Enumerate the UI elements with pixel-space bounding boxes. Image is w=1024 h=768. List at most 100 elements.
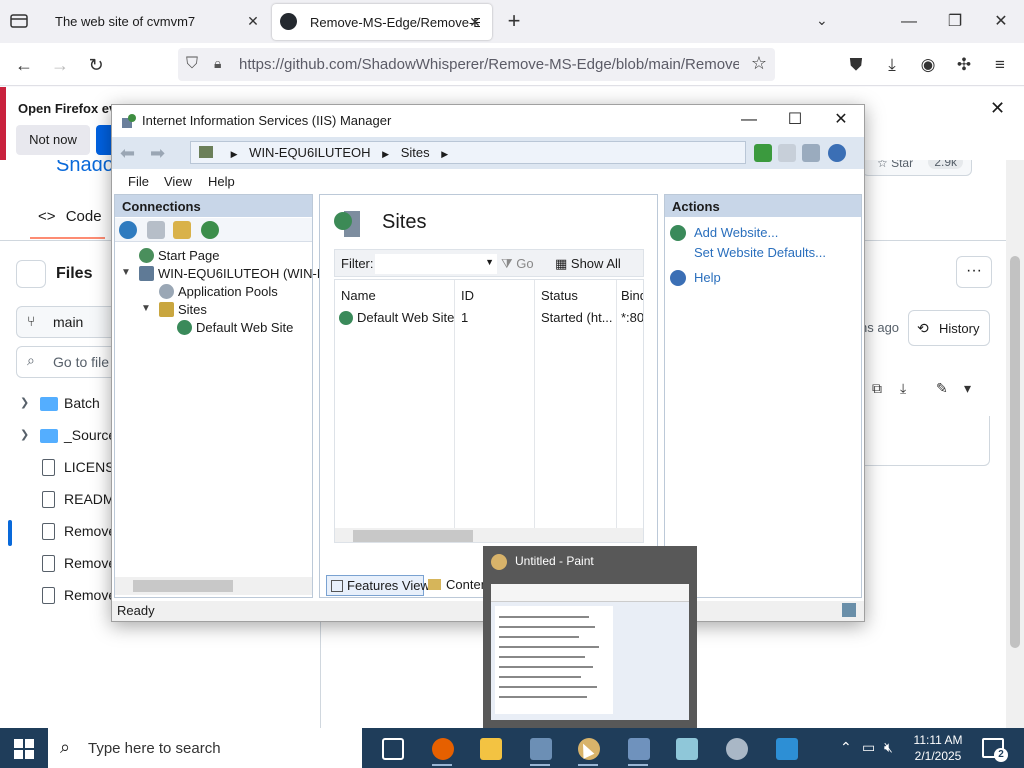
scrollbar-thumb[interactable] <box>1010 256 1020 648</box>
lock-icon[interactable]: 🔒︎ <box>214 55 221 72</box>
breadcrumb-server[interactable]: WIN-EQU6ILUTEOH <box>249 145 370 160</box>
task-view-button[interactable] <box>372 732 412 766</box>
tab-list-icon[interactable] <box>8 10 30 32</box>
collapse-icon[interactable]: ▼ <box>121 267 131 278</box>
tab-code[interactable]: <> Code <box>30 208 105 239</box>
collapse-icon[interactable]: ▼ <box>141 303 151 314</box>
forward-icon[interactable]: → <box>47 52 73 78</box>
filter-input[interactable]: ▼ <box>375 254 497 274</box>
taskbar-app[interactable] <box>766 732 806 766</box>
history-button[interactable]: ⟲ History <box>908 310 990 346</box>
new-tab-button[interactable]: + <box>502 10 526 34</box>
close-button[interactable]: ✕ <box>818 105 864 137</box>
go-button[interactable]: ⧩ Go <box>501 256 534 272</box>
menu-file[interactable]: File <box>128 174 149 189</box>
pocket-icon[interactable]: ⛊ <box>844 53 868 77</box>
minimize-button[interactable]: — <box>886 0 932 43</box>
notification-center-icon[interactable]: 2 <box>982 738 1008 762</box>
search-icon: ⌕ <box>60 737 71 757</box>
window-titlebar[interactable]: Internet Information Services (IIS) Mana… <box>112 105 864 137</box>
not-now-button[interactable]: Not now <box>16 125 90 155</box>
column-header-id[interactable]: ID <box>461 288 474 303</box>
close-button[interactable]: ✕ <box>978 0 1024 43</box>
minimize-button[interactable]: — <box>726 105 772 137</box>
back-icon[interactable]: ← <box>11 52 37 78</box>
horizontal-scrollbar[interactable] <box>115 577 312 595</box>
page-title: Sites <box>382 211 427 233</box>
windows-taskbar: ⌕ Type here to search ⌃ ▭ 🔇︎ 11:11 AM 2/… <box>0 728 1024 768</box>
taskbar-notepad[interactable] <box>666 732 706 766</box>
more-options-button[interactable]: ··· <box>956 256 992 288</box>
network-icon[interactable]: ▭ <box>862 739 875 756</box>
disconnect-icon[interactable] <box>201 221 219 239</box>
stop-icon[interactable] <box>778 144 796 162</box>
features-view-tab[interactable]: Features View <box>326 575 430 596</box>
content-view-tab[interactable]: Content <box>428 577 492 592</box>
notepad-icon <box>676 738 698 760</box>
download-icon[interactable]: ⤓ <box>880 53 904 77</box>
account-icon[interactable]: ◉ <box>916 53 940 77</box>
connect-icon[interactable] <box>119 221 137 239</box>
taskbar-file-explorer[interactable] <box>470 732 510 766</box>
tab-close-icon[interactable]: ✕ <box>244 12 262 30</box>
maximize-button[interactable]: ☐ <box>772 105 818 137</box>
cell-name: Default Web Site <box>357 310 455 325</box>
horizontal-scrollbar[interactable] <box>335 528 643 542</box>
windows-start-icon[interactable] <box>14 739 34 759</box>
tab-close-icon[interactable]: ✕ <box>466 13 484 31</box>
chevron-down-icon[interactable]: ▾ <box>964 380 971 397</box>
help-icon[interactable] <box>828 144 846 162</box>
show-hidden-icons-chevron-up-icon[interactable]: ⌃ <box>840 739 852 756</box>
menu-help[interactable]: Help <box>208 174 235 189</box>
taskbar-settings[interactable] <box>716 732 756 766</box>
scrollbar-thumb[interactable] <box>353 530 473 542</box>
maximize-button[interactable]: ❐ <box>932 0 978 43</box>
scrollbar-thumb[interactable] <box>133 580 233 592</box>
commit-age: hs ago <box>860 320 900 335</box>
up-level-icon[interactable] <box>173 221 191 239</box>
menu-view[interactable]: View <box>164 174 192 189</box>
close-icon[interactable]: ✕ <box>990 98 1005 119</box>
extensions-icon[interactable]: ✣ <box>952 53 976 77</box>
breadcrumb[interactable]: ▶ WIN-EQU6ILUTEOH ▶ Sites ▶ <box>190 141 746 164</box>
back-icon[interactable]: ⬅ <box>120 143 135 164</box>
tree-item-label: Remove <box>64 523 117 539</box>
column-header-name[interactable]: Name <box>341 288 376 303</box>
column-header-status[interactable]: Status <box>541 288 578 303</box>
show-all-button[interactable]: ▦ Show All <box>555 256 621 272</box>
reload-icon[interactable]: ↻ <box>83 52 109 78</box>
menu-icon[interactable]: ≡ <box>988 53 1012 77</box>
taskbar-search-box[interactable]: ⌕ Type here to search <box>48 728 362 768</box>
volume-muted-icon[interactable]: 🔇︎ <box>884 739 893 756</box>
save-icon[interactable] <box>147 221 165 239</box>
url-bar[interactable]: ⛉ 🔒︎ https://github.com/ShadowWhisperer/… <box>178 48 775 81</box>
chevron-down-icon[interactable]: ⌄ <box>816 12 828 29</box>
side-panel-icon[interactable] <box>16 260 46 288</box>
features-view-label: Features View <box>347 578 430 593</box>
paint-thumbnail-preview[interactable]: Untitled - Paint <box>483 546 697 728</box>
bookmark-star-icon[interactable]: ☆ <box>751 53 767 74</box>
home-icon[interactable] <box>802 144 820 162</box>
active-item-indicator <box>8 520 12 546</box>
star-button[interactable]: ☆ Star 2.9k <box>862 160 972 176</box>
column-header-binding[interactable]: Bind <box>621 288 643 303</box>
download-icon[interactable]: ⤓ <box>900 380 906 397</box>
forward-icon[interactable]: ➡ <box>150 143 165 164</box>
browser-tab[interactable]: The web site of cvmvm7 ✕ <box>43 0 270 43</box>
server-manager-icon <box>530 738 552 760</box>
copy-icon[interactable]: ⧉ <box>872 380 882 397</box>
file-icon <box>42 459 55 476</box>
shield-icon[interactable]: ⛉ <box>186 55 198 73</box>
url-text[interactable]: https://github.com/ShadowWhisperer/Remov… <box>239 56 739 73</box>
repo-name[interactable]: Shado <box>56 160 114 177</box>
page-scrollbar[interactable] <box>1006 160 1024 728</box>
breadcrumb-sites[interactable]: Sites <box>401 145 430 160</box>
edit-icon[interactable]: ✎ <box>936 380 948 397</box>
taskbar-firefox[interactable] <box>422 732 462 766</box>
taskbar-server-manager[interactable] <box>520 732 560 766</box>
taskbar-iis-manager[interactable] <box>618 732 658 766</box>
browser-tab-active[interactable]: Remove-MS-Edge/Remove-Edg ✕ <box>272 4 492 40</box>
refresh-icon[interactable] <box>754 144 772 162</box>
clock[interactable]: 11:11 AM 2/1/2025 <box>906 732 970 764</box>
chevron-down-icon[interactable]: ▼ <box>485 257 494 267</box>
